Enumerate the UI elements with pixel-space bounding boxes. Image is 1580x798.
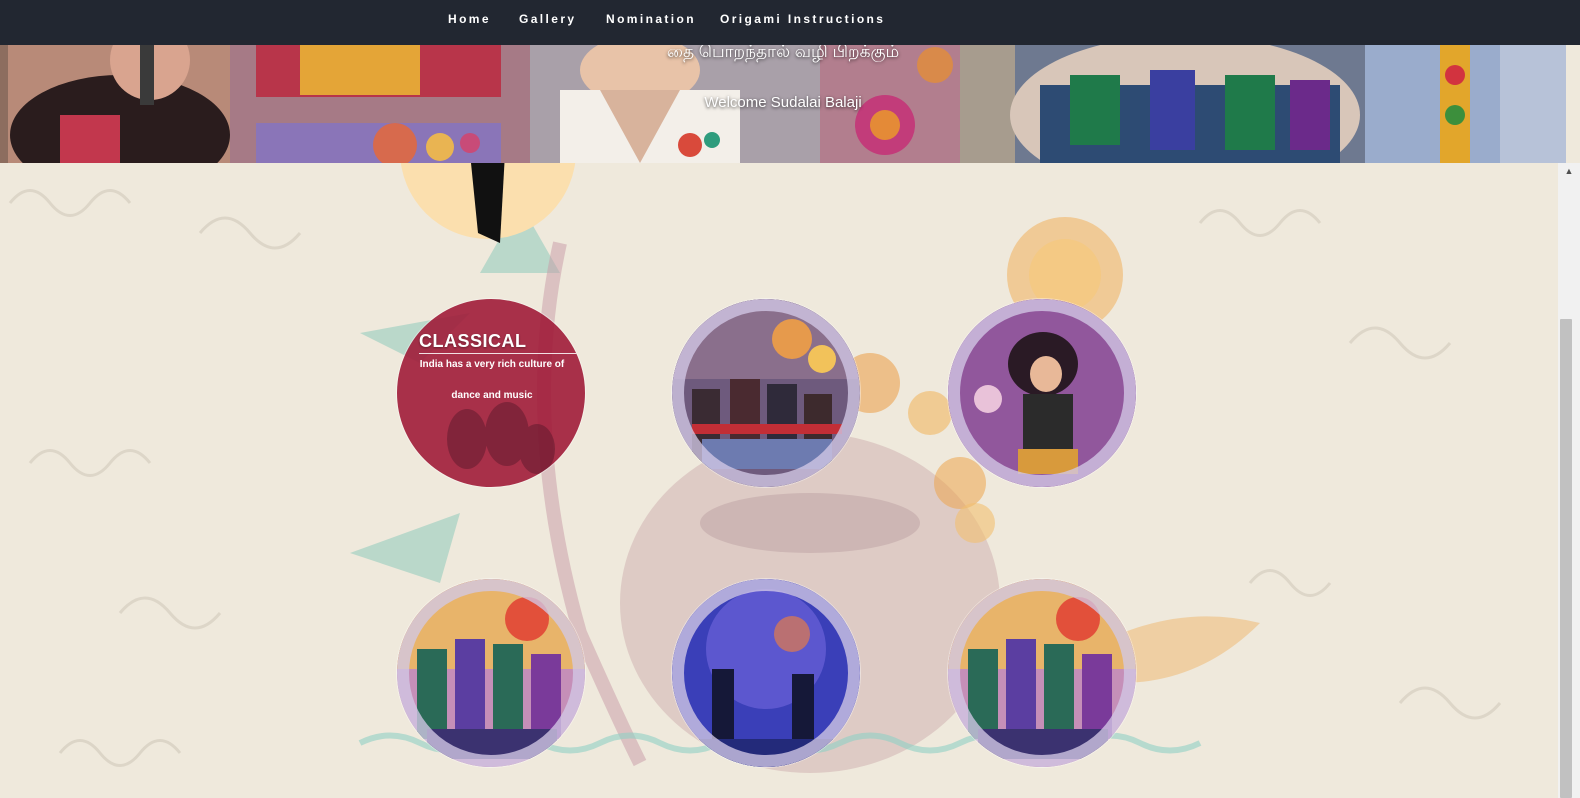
classical-description: India has a very rich culture of dance a… [419, 359, 565, 401]
circle-ring [948, 299, 1136, 487]
gallery-circle-stage-dance[interactable] [672, 579, 860, 767]
circle-ring [672, 579, 860, 767]
welcome-message: Welcome Sudalai Balaji [704, 94, 862, 111]
nav-nomination[interactable]: Nomination [606, 12, 696, 26]
top-navbar: Home Gallery Nomination Origami Instruct… [0, 0, 1580, 45]
circle-ring [672, 299, 860, 487]
circle-ring [948, 579, 1136, 767]
circle-ring [397, 579, 585, 767]
nav-home[interactable]: Home [448, 12, 491, 26]
gallery-circle-classical[interactable]: CLASSICAL India has a very rich culture … [397, 299, 585, 487]
nav-origami-instructions[interactable]: Origami Instructions [720, 12, 885, 26]
header-banner: தை பொறந்தால் வழி பிறக்கும் Welcome Sudal… [0, 45, 1566, 163]
gallery-circle-group-dance[interactable] [672, 299, 860, 487]
vertical-scrollbar[interactable]: ▲ [1558, 163, 1580, 798]
gallery-circle-solo-dancer[interactable] [948, 299, 1136, 487]
gallery-circle-folk-group-right[interactable] [948, 579, 1136, 767]
banner-tagline: தை பொறந்தால் வழி பிறக்கும் [666, 45, 900, 61]
scrollbar-thumb[interactable] [1560, 319, 1572, 798]
nav-gallery[interactable]: Gallery [519, 12, 577, 26]
scroll-up-arrow-icon[interactable]: ▲ [1558, 163, 1580, 179]
gallery-circle-folk-group-left[interactable] [397, 579, 585, 767]
